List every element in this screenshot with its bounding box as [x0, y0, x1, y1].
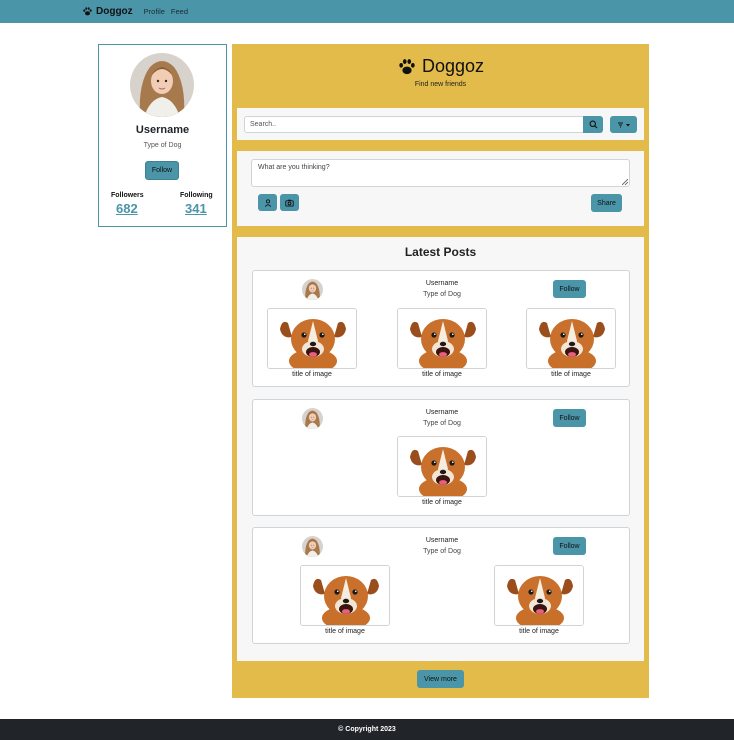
page-subtitle: Find new friends	[414, 81, 467, 88]
following-label: Following	[180, 192, 213, 199]
post-image[interactable]	[526, 308, 616, 369]
image-caption: title of image	[519, 628, 559, 635]
navbar: Doggoz Profile Feed	[0, 0, 734, 23]
user-icon	[264, 198, 271, 207]
post-image[interactable]	[397, 308, 487, 369]
paw-icon	[82, 6, 93, 17]
avatar	[130, 53, 194, 117]
profile-username: Username	[135, 124, 190, 136]
view-more-button[interactable]: View more	[417, 670, 464, 688]
page-title: Doggoz	[232, 56, 649, 77]
image-caption: title of image	[325, 628, 365, 635]
share-button[interactable]: Share	[591, 194, 622, 212]
resize-handle-icon[interactable]	[622, 179, 628, 185]
search-button[interactable]	[583, 116, 603, 133]
following-count[interactable]: 341	[185, 201, 207, 216]
compose-box: What are you thinking? Share	[237, 151, 644, 226]
post-image[interactable]	[300, 565, 390, 626]
post-follow-button[interactable]: Follow	[553, 409, 586, 427]
search-icon	[589, 120, 597, 129]
followers-label: Followers	[111, 192, 144, 199]
paw-icon	[397, 57, 417, 77]
nav-link-feed[interactable]: Feed	[171, 7, 188, 16]
feed-title: Latest Posts	[404, 245, 477, 259]
navbar-brand[interactable]: Doggoz	[82, 6, 133, 17]
image-caption: title of image	[422, 499, 462, 506]
nav-link-profile[interactable]: Profile	[144, 7, 165, 16]
post-card: Username Type of Dog Follow title of ima…	[252, 527, 630, 644]
post-textarea[interactable]: What are you thinking?	[251, 159, 630, 187]
camera-icon	[285, 199, 294, 207]
add-photo-button[interactable]	[280, 194, 299, 211]
filter-icon	[617, 122, 630, 127]
page-title-text: Doggoz	[421, 56, 485, 76]
image-caption: title of image	[422, 371, 462, 378]
brand-label: Doggoz	[96, 6, 133, 17]
image-caption: title of image	[551, 371, 591, 378]
profile-card: Username Type of Dog Follow Followers 68…	[98, 44, 227, 227]
tag-user-button[interactable]	[258, 194, 277, 211]
image-caption: title of image	[292, 371, 332, 378]
post-image[interactable]	[267, 308, 357, 369]
profile-follow-button[interactable]: Follow	[145, 161, 179, 180]
search-bar: Search..	[237, 108, 644, 140]
search-input[interactable]: Search..	[244, 116, 584, 133]
post-follow-button[interactable]: Follow	[553, 280, 586, 298]
main-panel: Doggoz Find new friends Search.. What ar…	[232, 44, 649, 698]
footer: © Copyright 2023	[0, 719, 734, 740]
copyright-text: © Copyright 2023	[338, 726, 396, 733]
post-follow-button[interactable]: Follow	[553, 537, 586, 555]
post-image[interactable]	[397, 436, 487, 497]
latest-posts-section: Latest Posts Username Type of Dog Follow…	[237, 237, 644, 661]
profile-dog-type: Type of Dog	[143, 142, 182, 149]
filter-dropdown-button[interactable]	[610, 116, 637, 133]
post-card: Username Type of Dog Follow title of ima…	[252, 399, 630, 516]
post-card: Username Type of Dog Follow title of ima…	[252, 270, 630, 387]
post-image[interactable]	[494, 565, 584, 626]
followers-count[interactable]: 682	[116, 201, 138, 216]
